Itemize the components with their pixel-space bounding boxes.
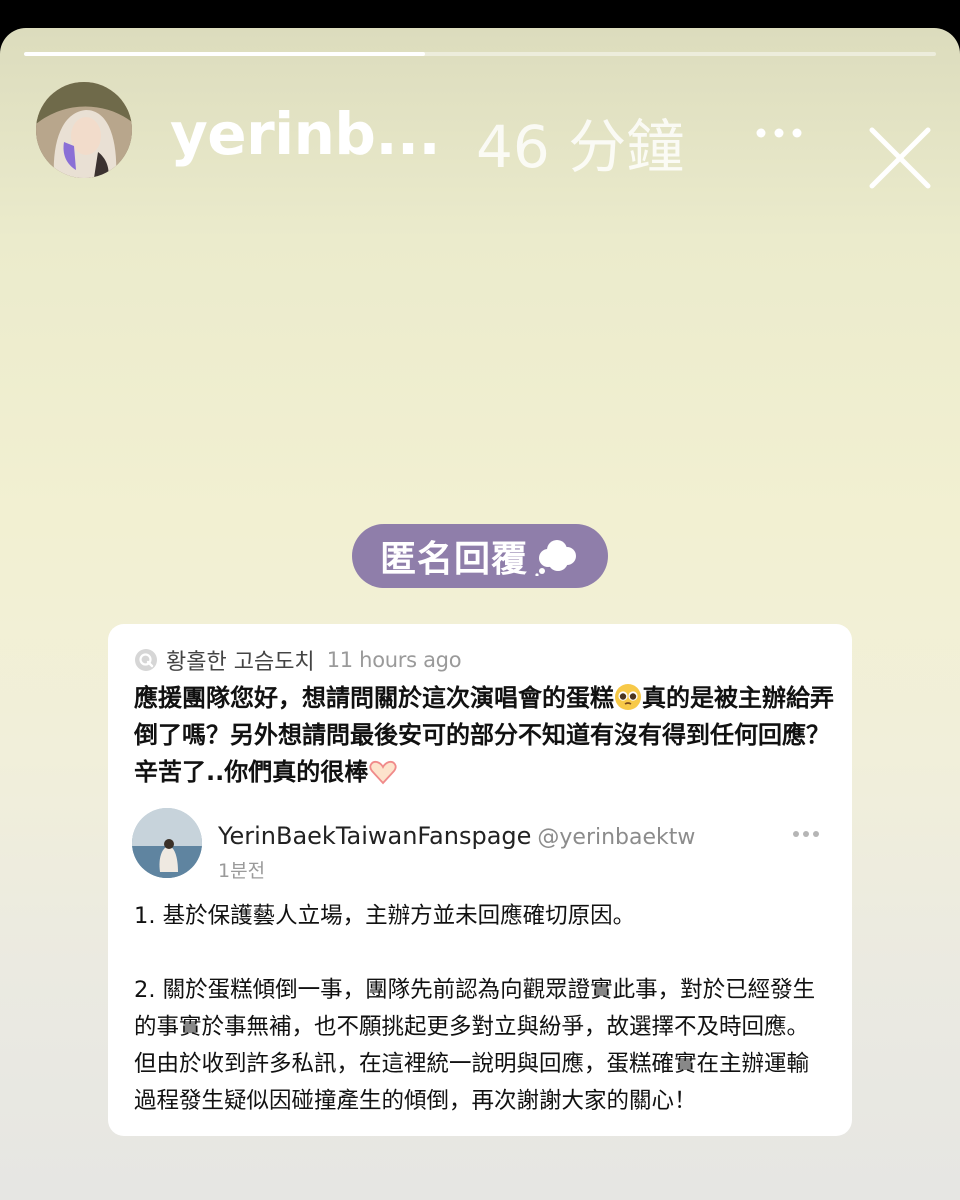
q-icon	[135, 649, 157, 671]
question-text: 應援團隊您好，想請問關於這次演唱會的蛋糕 真的是被主辦給弄倒了嗎？另外想請問最後…	[134, 680, 834, 791]
cloud-icon	[535, 540, 576, 576]
more-horizontal-icon[interactable]	[754, 126, 804, 140]
pleading-face-emoji	[615, 684, 641, 710]
reply-author-name: YerinBaekTaiwanFanspage	[218, 822, 532, 850]
question-time: 11 hours ago	[326, 648, 462, 672]
reply-body: 1. 基於保護藝人立場，主辦方並未回應確切原因。 2. 關於蛋糕傾倒一事，團隊先…	[134, 898, 828, 1120]
question-header: 황홀한 고슴도치 11 hours ago	[134, 644, 462, 676]
anonymous-reply-sticker: 匿名回覆	[352, 524, 608, 588]
reply-author[interactable]: YerinBaekTaiwanFanspage @yerinbaektw	[218, 822, 695, 850]
question-text-part1: 應援團隊您好，想請問關於這次演唱會的蛋糕	[134, 684, 614, 712]
question-reply-card: 황홀한 고슴도치 11 hours ago 應援團隊您好，想請問關於這次演唱會的…	[108, 624, 852, 1136]
reply-paragraph-2: 2. 關於蛋糕傾倒一事，團隊先前認為向觀眾證實此事，對於已經發生的事實於事無補，…	[134, 977, 816, 1114]
story-time: 46 分鐘	[476, 113, 685, 181]
reply-avatar[interactable]	[132, 808, 202, 878]
more-horizontal-icon[interactable]	[792, 830, 820, 838]
reply-paragraph-1: 1. 基於保護藝人立場，主辦方並未回應確切原因。	[134, 903, 636, 929]
story-view: yerinb... 46 分鐘 匿名回覆 황홀한 고슴도치 11 hours a	[0, 28, 960, 1200]
story-username[interactable]: yerinb...	[170, 100, 441, 168]
avatar[interactable]	[36, 82, 132, 178]
close-icon[interactable]	[868, 126, 932, 190]
heart-hands-emoji	[369, 760, 397, 785]
question-author: 황홀한 고슴도치	[166, 650, 315, 675]
sticker-label: 匿名回覆	[379, 539, 528, 580]
story-progress-bar	[24, 52, 936, 56]
reply-time: 1분전	[218, 860, 266, 882]
story-progress-fill	[24, 52, 426, 56]
reply-handle: @yerinbaektw	[537, 825, 696, 850]
